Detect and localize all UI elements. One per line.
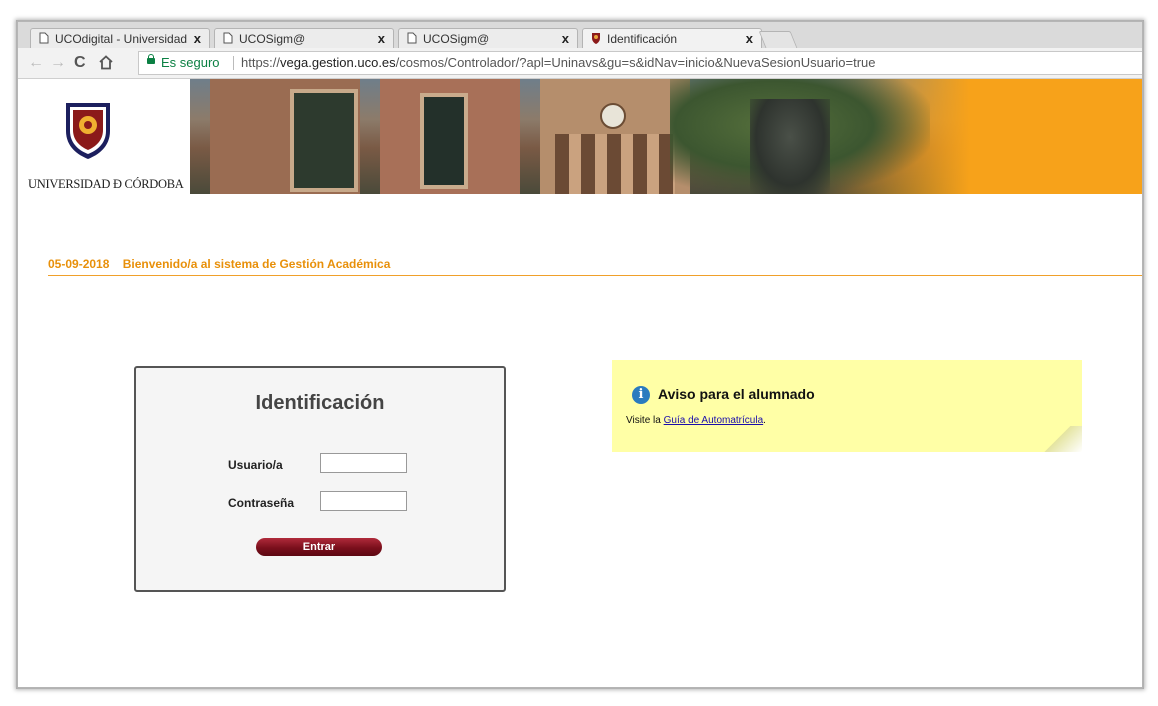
current-date: 05-09-2018 <box>48 257 110 271</box>
close-tab-icon[interactable]: x <box>194 31 201 46</box>
tab-ucosigma-2[interactable]: UCOSigm@ x <box>398 28 578 48</box>
close-tab-icon[interactable]: x <box>562 31 569 46</box>
browser-toolbar: ← → C Es seguro https://vega.gestion.uco… <box>18 48 1142 79</box>
tab-identificacion[interactable]: Identificación x <box>582 28 762 49</box>
home-icon[interactable] <box>98 55 114 70</box>
divider <box>48 275 1142 276</box>
tab-ucodigital[interactable]: UCOdigital - Universidad x <box>30 28 210 48</box>
campus-photo <box>190 79 970 194</box>
url-text: https://vega.gestion.uco.es/cosmos/Contr… <box>241 52 876 74</box>
url-prefix: https:// <box>241 55 281 70</box>
forward-arrow-icon[interactable]: → <box>50 54 66 72</box>
tab-title: UCOSigm@ <box>423 32 490 46</box>
login-panel: Identificación Usuario/a Contraseña Entr… <box>134 366 506 592</box>
automatricula-guide-link[interactable]: Guía de Automatrícula <box>664 415 764 426</box>
username-label: Usuario/a <box>228 458 283 472</box>
tab-ucosigma-1[interactable]: UCOSigm@ x <box>214 28 394 48</box>
username-input[interactable] <box>320 453 407 473</box>
page-icon <box>223 32 233 44</box>
page-icon <box>407 32 417 44</box>
notice-text-before: Visite la <box>626 415 664 426</box>
info-icon: i <box>632 386 650 404</box>
welcome-line: 05-09-2018 Bienvenido/a al sistema de Ge… <box>48 257 390 271</box>
notice-text: Visite la Guía de Automatrícula. <box>626 415 766 426</box>
password-input[interactable] <box>320 491 407 511</box>
close-tab-icon[interactable]: x <box>378 31 385 46</box>
address-bar[interactable]: Es seguro https://vega.gestion.uco.es/co… <box>138 51 1142 75</box>
lock-icon <box>147 54 155 64</box>
page-content: UNIVERSIDAD Ð CÓRDOBA 05-09-2018 Bienven… <box>18 79 1142 687</box>
reload-icon[interactable]: C <box>74 54 86 72</box>
close-tab-icon[interactable]: x <box>746 31 753 46</box>
page-icon <box>39 32 49 44</box>
logo-text: UNIVERSIDAD Ð CÓRDOBA <box>28 177 184 191</box>
password-label: Contraseña <box>228 496 295 510</box>
university-crest-icon <box>66 103 110 159</box>
url-path: /cosmos/Controlador/?apl=Uninavs&gu=s&id… <box>395 55 876 70</box>
separator <box>233 56 234 70</box>
tab-title: UCOdigital - Universidad <box>55 32 188 46</box>
header-banner: UNIVERSIDAD Ð CÓRDOBA <box>18 79 1142 207</box>
student-notice: i Aviso para el alumnado Visite la Guía … <box>612 360 1082 452</box>
login-button[interactable]: Entrar <box>256 538 382 556</box>
notice-title: Aviso para el alumnado <box>658 386 815 402</box>
login-title: Identificación <box>255 392 385 414</box>
tab-strip: UCOdigital - Universidad x UCOSigm@ x UC… <box>18 22 1142 49</box>
welcome-message: Bienvenido/a al sistema de Gestión Acadé… <box>122 257 391 271</box>
url-host: vega.gestion.uco.es <box>280 55 396 70</box>
secure-label: Es seguro <box>161 55 220 70</box>
tab-title: UCOSigm@ <box>239 32 306 46</box>
university-logo[interactable]: UNIVERSIDAD Ð CÓRDOBA <box>18 79 190 207</box>
notice-text-after: . <box>763 415 766 426</box>
new-tab-button[interactable] <box>758 31 798 48</box>
page-curl <box>1032 426 1082 452</box>
banner-accent <box>970 79 1142 194</box>
back-arrow-icon[interactable]: ← <box>28 54 44 72</box>
browser-window: UCOdigital - Universidad x UCOSigm@ x UC… <box>18 22 1142 687</box>
tab-title: Identificación <box>607 32 678 46</box>
uco-shield-icon <box>592 33 600 44</box>
